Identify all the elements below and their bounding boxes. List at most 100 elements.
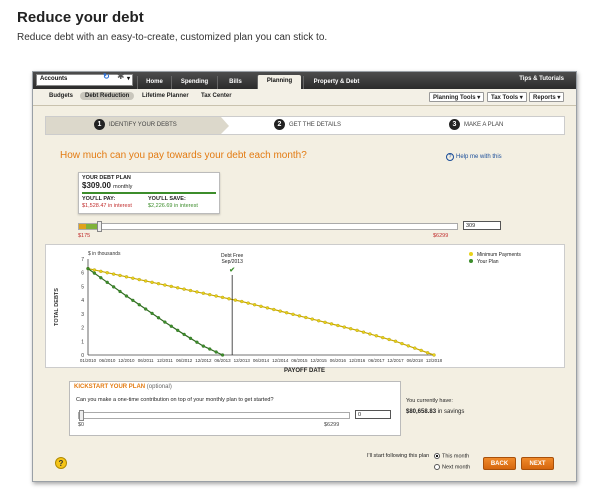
radio-next-month[interactable]: Next month [434, 464, 470, 470]
plan-divider [82, 192, 216, 194]
data-point [92, 268, 97, 272]
slider-handle[interactable] [97, 221, 103, 232]
radio-button[interactable] [434, 453, 440, 459]
data-point [99, 269, 103, 273]
planning-tools-button[interactable]: Planning Tools ▾ [429, 92, 485, 102]
debt-chart: 0 1 2 3 4 5 6 7 01/2010 06/2010 12/2010 06/2011 12/2… [45, 244, 565, 368]
y-tick-label: 6 [81, 271, 84, 277]
help-icon[interactable]: ? [55, 457, 67, 469]
next-button[interactable]: NEXT [521, 457, 554, 470]
data-point [169, 284, 173, 289]
payment-slider[interactable] [78, 221, 458, 232]
x-tick-label: 12/2012 [195, 358, 212, 363]
data-point [99, 276, 103, 280]
reports-button[interactable]: Reports ▾ [529, 92, 565, 102]
save-label: YOU'LL SAVE: [148, 196, 186, 202]
data-point [432, 353, 436, 357]
step-3[interactable]: 3 MAKE A PLAN [396, 117, 564, 134]
data-point [336, 323, 340, 328]
data-point [349, 327, 353, 331]
series-line [87, 268, 435, 356]
plan-amount: $309.00 monthly [82, 181, 132, 190]
x-tick-label: 06/2011 [138, 358, 154, 363]
kickstart-question: Can you make a one-time contribution on … [76, 397, 274, 403]
data-point [240, 299, 244, 304]
data-point [188, 288, 193, 293]
data-point [342, 325, 346, 329]
data-point [400, 341, 404, 346]
data-point [304, 315, 308, 320]
sub-nav: Budgets Debt Reduction Lifetime Planner … [33, 89, 576, 106]
x-tick-label: 06/2014 [253, 358, 270, 363]
data-point [214, 294, 218, 298]
tax-tools-button[interactable]: Tax Tools ▾ [487, 92, 527, 102]
data-point [233, 298, 238, 302]
back-button[interactable]: BACK [483, 457, 516, 470]
payment-amount-input[interactable]: 309 [463, 221, 501, 230]
data-point [208, 347, 212, 351]
data-point [86, 266, 90, 271]
data-point [156, 282, 161, 286]
data-point [272, 307, 276, 312]
slider-max-label: $6299 [324, 422, 340, 428]
contribution-slider[interactable] [78, 410, 350, 421]
step-label: IDENTIFY YOUR DEBTS [109, 122, 177, 128]
subnav-budgets[interactable]: Budgets [49, 93, 73, 99]
data-point [92, 271, 97, 275]
accounts-label: Accounts [40, 76, 68, 82]
tab-home[interactable]: Home [137, 76, 171, 89]
tips-tutorials-link[interactable]: Tips & Tutorials [519, 76, 564, 82]
data-point [246, 301, 250, 305]
chevron-down-icon: ▾ [126, 76, 130, 82]
question-heading: How much can you pay towards your debt e… [60, 150, 307, 161]
step-label: MAKE A PLAN [464, 122, 504, 128]
gear-icon[interactable]: ✱ [117, 71, 125, 82]
annotation-date: Sep/2013 [221, 259, 243, 265]
x-tick-label: 12/2011 [157, 358, 173, 363]
radio-button[interactable] [434, 464, 440, 470]
legend-swatch [469, 259, 473, 263]
tab-property-debt[interactable]: Property & Debt [303, 76, 369, 89]
start-label: I'll start following this plan [367, 453, 430, 459]
slider-min-label: $175 [78, 233, 91, 239]
contribution-input[interactable]: 0 [355, 410, 391, 419]
slider-handle[interactable] [79, 410, 84, 421]
kickstart-panel: KICKSTART YOUR PLAN (optional) Can you m… [69, 381, 401, 436]
data-point [163, 320, 167, 324]
step-1[interactable]: 1 IDENTIFY YOUR DEBTS [46, 117, 221, 134]
subnav-debt-reduction[interactable]: Debt Reduction [80, 92, 135, 100]
step-2[interactable]: 2 GET THE DETAILS [274, 117, 341, 134]
kickstart-optional: (optional) [146, 384, 172, 390]
x-tick-label: 01/2010 [80, 358, 97, 363]
data-point [150, 280, 154, 284]
data-point [329, 322, 334, 326]
page-subtitle: Reduce debt with an easy-to-create, cust… [17, 32, 328, 43]
tab-bills[interactable]: Bills [217, 76, 253, 89]
data-point [163, 283, 167, 287]
data-point [227, 297, 231, 301]
plan-period: monthly [113, 184, 133, 190]
wizard-steps: 1 IDENTIFY YOUR DEBTS 2 GET THE DETAILS 3M… [45, 116, 565, 135]
data-point [131, 298, 135, 303]
legend-label: Minimum Payments [477, 252, 521, 258]
subnav-tax-center[interactable]: Tax Center [201, 93, 232, 99]
help-icon: ? [446, 153, 454, 161]
radio-label: This month [442, 453, 470, 460]
x-tick-label: 12/2018 [426, 358, 443, 363]
radio-this-month[interactable]: This month [434, 453, 469, 459]
data-point [176, 328, 180, 332]
step-arrow [221, 117, 229, 134]
subnav-lifetime-planner[interactable]: Lifetime Planner [142, 93, 189, 99]
help-link[interactable]: ? Help me with this [446, 153, 502, 161]
debt-plan-summary: YOUR DEBT PLAN $309.00 monthly YOU'LL PA… [78, 172, 220, 214]
data-point [278, 309, 282, 313]
tab-planning[interactable]: Planning [257, 75, 301, 89]
check-icon: ✔ [229, 267, 235, 274]
data-point [284, 311, 289, 315]
data-point [381, 335, 385, 340]
data-point [195, 340, 199, 344]
x-tick-label: 12/2014 [272, 358, 289, 363]
kickstart-title: KICKSTART YOUR PLAN (optional) [74, 384, 172, 390]
refresh-icon[interactable]: ↻ [103, 72, 110, 81]
tab-spending[interactable]: Spending [171, 76, 217, 89]
